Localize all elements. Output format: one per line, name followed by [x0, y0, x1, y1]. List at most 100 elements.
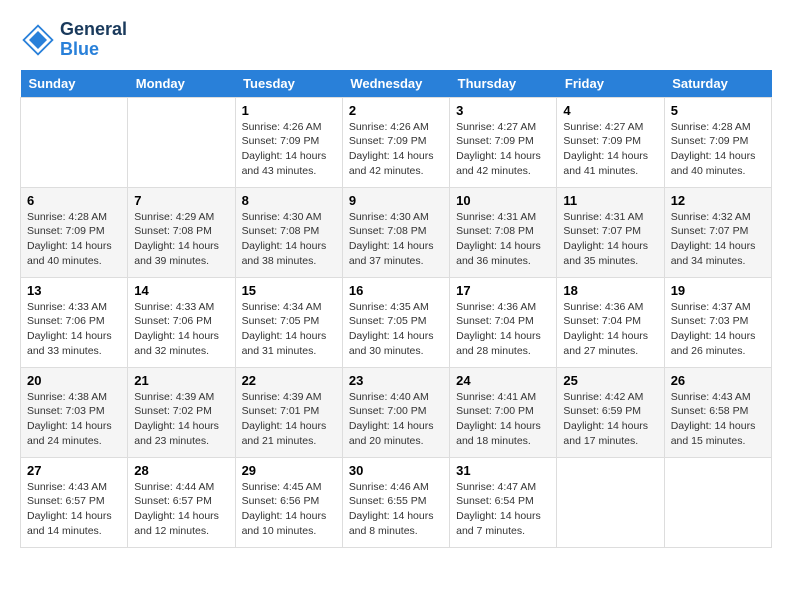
calendar-cell: 23Sunrise: 4:40 AMSunset: 7:00 PMDayligh… [342, 367, 449, 457]
day-number: 10 [456, 193, 550, 208]
calendar-cell: 2 Sunrise: 4:26 AMSunset: 7:09 PMDaylight… [342, 97, 449, 187]
day-info: Sunrise: 4:27 AMSunset: 7:09 PMDaylight:… [456, 120, 550, 179]
day-number: 29 [242, 463, 336, 478]
calendar-cell: 25 Sunrise: 4:42 AMSunset: 6:59 PMDayligh… [557, 367, 664, 457]
day-number: 27 [27, 463, 121, 478]
day-info: Sunrise: 4:33 AMSunset: 7:06 PMDaylight:… [134, 300, 228, 359]
calendar-cell: 27 Sunrise: 4:43 AMSunset: 6:57 PMDayligh… [21, 457, 128, 547]
logo-text: General Blue [60, 20, 127, 60]
day-number: 30 [349, 463, 443, 478]
week-row-5: 27 Sunrise: 4:43 AMSunset: 6:57 PMDayligh… [21, 457, 772, 547]
week-row-2: 6 Sunrise: 4:28 AMSunset: 7:09 PMDaylight… [21, 187, 772, 277]
day-info: Sunrise: 4:31 AMSunset: 7:07 PMDaylight:… [563, 210, 657, 269]
day-info: Sunrise: 4:41 AMSunset: 7:00 PMDaylight:… [456, 390, 550, 449]
calendar-cell: 8Sunrise: 4:30 AMSunset: 7:08 PMDaylight… [235, 187, 342, 277]
weekday-header-saturday: Saturday [664, 70, 771, 98]
calendar-cell [664, 457, 771, 547]
calendar-cell: 17 Sunrise: 4:36 AMSunset: 7:04 PMDayligh… [450, 277, 557, 367]
calendar-cell: 10 Sunrise: 4:31 AMSunset: 7:08 PMDayligh… [450, 187, 557, 277]
calendar-cell: 26 Sunrise: 4:43 AMSunset: 6:58 PMDayligh… [664, 367, 771, 457]
day-number: 1 [242, 103, 336, 118]
day-info: Sunrise: 4:39 AMSunset: 7:02 PMDaylight:… [134, 390, 228, 449]
day-info: Sunrise: 4:28 AMSunset: 7:09 PMDaylight:… [671, 120, 765, 179]
weekday-header-monday: Monday [128, 70, 235, 98]
calendar-cell: 4 Sunrise: 4:27 AMSunset: 7:09 PMDaylight… [557, 97, 664, 187]
calendar-cell: 18Sunrise: 4:36 AMSunset: 7:04 PMDayligh… [557, 277, 664, 367]
day-info: Sunrise: 4:36 AMSunset: 7:04 PMDaylight:… [456, 300, 550, 359]
page-header: General Blue [20, 20, 772, 60]
day-number: 12 [671, 193, 765, 208]
day-number: 11 [563, 193, 657, 208]
calendar-cell: 3Sunrise: 4:27 AMSunset: 7:09 PMDaylight… [450, 97, 557, 187]
calendar-cell: 5 Sunrise: 4:28 AMSunset: 7:09 PMDaylight… [664, 97, 771, 187]
day-number: 14 [134, 283, 228, 298]
day-number: 25 [563, 373, 657, 388]
calendar-table: SundayMondayTuesdayWednesdayThursdayFrid… [20, 70, 772, 548]
day-number: 20 [27, 373, 121, 388]
day-info: Sunrise: 4:30 AMSunset: 7:08 PMDaylight:… [349, 210, 443, 269]
calendar-cell: 29 Sunrise: 4:45 AMSunset: 6:56 PMDayligh… [235, 457, 342, 547]
calendar-cell: 12 Sunrise: 4:32 AMSunset: 7:07 PMDayligh… [664, 187, 771, 277]
day-number: 21 [134, 373, 228, 388]
calendar-cell: 16Sunrise: 4:35 AMSunset: 7:05 PMDayligh… [342, 277, 449, 367]
day-number: 4 [563, 103, 657, 118]
day-info: Sunrise: 4:35 AMSunset: 7:05 PMDaylight:… [349, 300, 443, 359]
day-number: 9 [349, 193, 443, 208]
day-number: 17 [456, 283, 550, 298]
logo: General Blue [20, 20, 127, 60]
day-number: 23 [349, 373, 443, 388]
calendar-cell [21, 97, 128, 187]
weekday-header-thursday: Thursday [450, 70, 557, 98]
day-number: 13 [27, 283, 121, 298]
day-info: Sunrise: 4:47 AMSunset: 6:54 PMDaylight:… [456, 480, 550, 539]
weekday-header-row: SundayMondayTuesdayWednesdayThursdayFrid… [21, 70, 772, 98]
day-info: Sunrise: 4:38 AMSunset: 7:03 PMDaylight:… [27, 390, 121, 449]
day-info: Sunrise: 4:37 AMSunset: 7:03 PMDaylight:… [671, 300, 765, 359]
day-info: Sunrise: 4:28 AMSunset: 7:09 PMDaylight:… [27, 210, 121, 269]
day-number: 6 [27, 193, 121, 208]
day-number: 28 [134, 463, 228, 478]
calendar-cell: 20 Sunrise: 4:38 AMSunset: 7:03 PMDayligh… [21, 367, 128, 457]
day-info: Sunrise: 4:26 AMSunset: 7:09 PMDaylight:… [349, 120, 443, 179]
weekday-header-sunday: Sunday [21, 70, 128, 98]
weekday-header-friday: Friday [557, 70, 664, 98]
day-info: Sunrise: 4:42 AMSunset: 6:59 PMDaylight:… [563, 390, 657, 449]
calendar-cell: 19Sunrise: 4:37 AMSunset: 7:03 PMDayligh… [664, 277, 771, 367]
weekday-header-tuesday: Tuesday [235, 70, 342, 98]
day-info: Sunrise: 4:39 AMSunset: 7:01 PMDaylight:… [242, 390, 336, 449]
day-number: 18 [563, 283, 657, 298]
day-info: Sunrise: 4:33 AMSunset: 7:06 PMDaylight:… [27, 300, 121, 359]
day-number: 2 [349, 103, 443, 118]
day-info: Sunrise: 4:45 AMSunset: 6:56 PMDaylight:… [242, 480, 336, 539]
calendar-cell: 1 Sunrise: 4:26 AMSunset: 7:09 PMDaylight… [235, 97, 342, 187]
calendar-cell: 9 Sunrise: 4:30 AMSunset: 7:08 PMDaylight… [342, 187, 449, 277]
calendar-cell: 24 Sunrise: 4:41 AMSunset: 7:00 PMDayligh… [450, 367, 557, 457]
day-info: Sunrise: 4:30 AMSunset: 7:08 PMDaylight:… [242, 210, 336, 269]
day-info: Sunrise: 4:26 AMSunset: 7:09 PMDaylight:… [242, 120, 336, 179]
day-info: Sunrise: 4:29 AMSunset: 7:08 PMDaylight:… [134, 210, 228, 269]
day-number: 26 [671, 373, 765, 388]
day-info: Sunrise: 4:32 AMSunset: 7:07 PMDaylight:… [671, 210, 765, 269]
day-number: 24 [456, 373, 550, 388]
weekday-header-wednesday: Wednesday [342, 70, 449, 98]
day-info: Sunrise: 4:31 AMSunset: 7:08 PMDaylight:… [456, 210, 550, 269]
calendar-cell: 15 Sunrise: 4:34 AMSunset: 7:05 PMDayligh… [235, 277, 342, 367]
calendar-cell: 21 Sunrise: 4:39 AMSunset: 7:02 PMDayligh… [128, 367, 235, 457]
day-info: Sunrise: 4:34 AMSunset: 7:05 PMDaylight:… [242, 300, 336, 359]
calendar-cell: 14 Sunrise: 4:33 AMSunset: 7:06 PMDayligh… [128, 277, 235, 367]
day-number: 22 [242, 373, 336, 388]
day-number: 5 [671, 103, 765, 118]
day-info: Sunrise: 4:43 AMSunset: 6:57 PMDaylight:… [27, 480, 121, 539]
logo-icon [20, 22, 56, 58]
calendar-cell: 7Sunrise: 4:29 AMSunset: 7:08 PMDaylight… [128, 187, 235, 277]
day-number: 31 [456, 463, 550, 478]
day-info: Sunrise: 4:27 AMSunset: 7:09 PMDaylight:… [563, 120, 657, 179]
calendar-cell: 30 Sunrise: 4:46 AMSunset: 6:55 PMDayligh… [342, 457, 449, 547]
day-info: Sunrise: 4:46 AMSunset: 6:55 PMDaylight:… [349, 480, 443, 539]
week-row-4: 20 Sunrise: 4:38 AMSunset: 7:03 PMDayligh… [21, 367, 772, 457]
day-info: Sunrise: 4:43 AMSunset: 6:58 PMDaylight:… [671, 390, 765, 449]
day-info: Sunrise: 4:44 AMSunset: 6:57 PMDaylight:… [134, 480, 228, 539]
calendar-cell: 11 Sunrise: 4:31 AMSunset: 7:07 PMDayligh… [557, 187, 664, 277]
day-number: 15 [242, 283, 336, 298]
calendar-cell: 6 Sunrise: 4:28 AMSunset: 7:09 PMDaylight… [21, 187, 128, 277]
